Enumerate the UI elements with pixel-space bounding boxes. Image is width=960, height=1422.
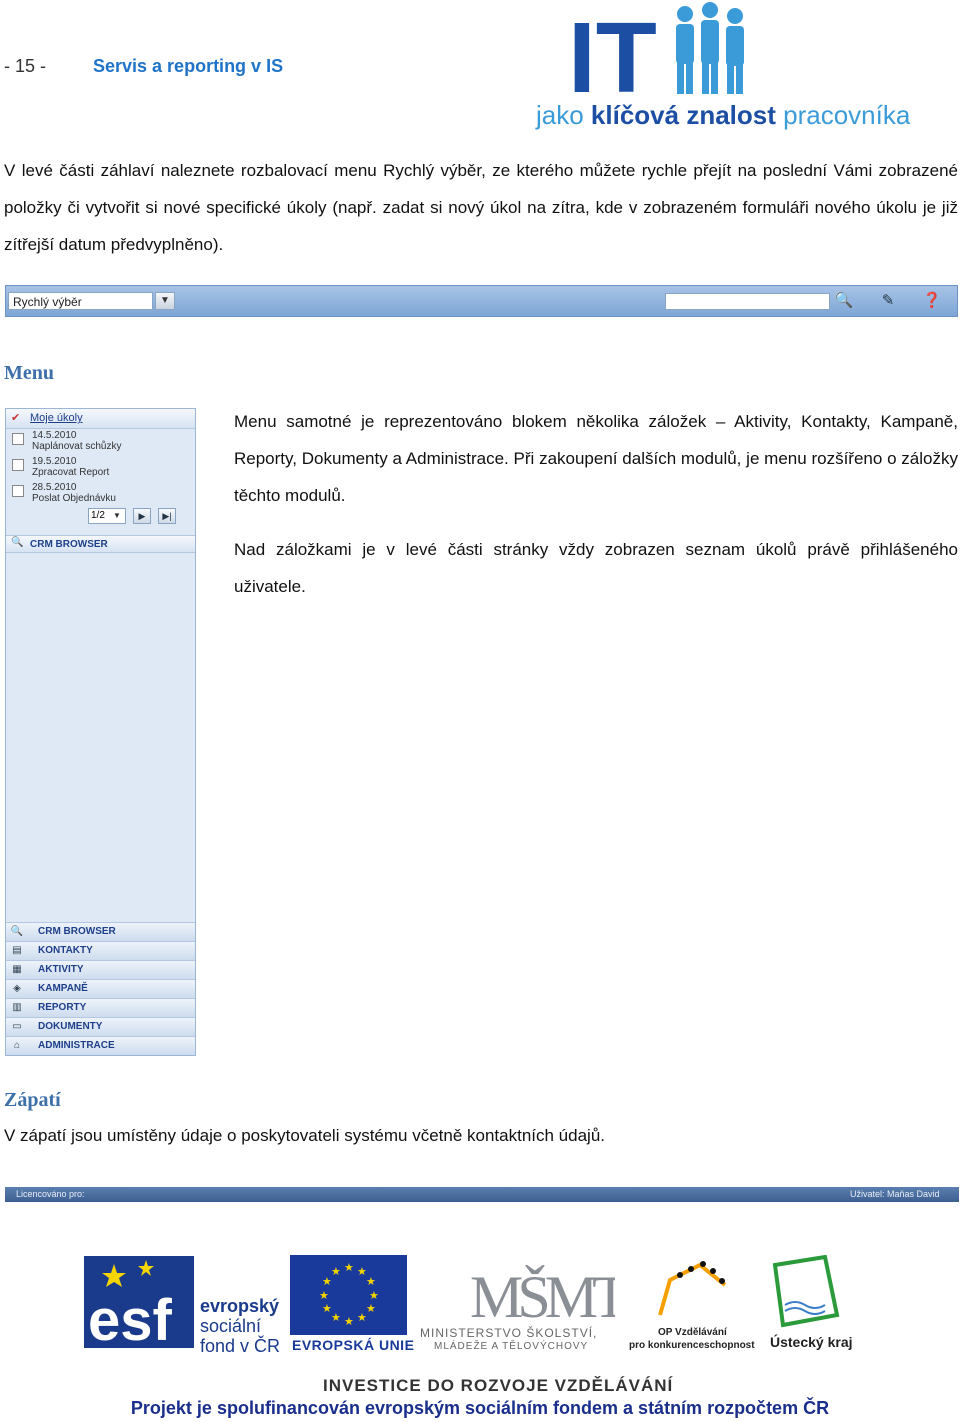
chevron-down-icon[interactable]: ▼ xyxy=(113,511,121,520)
svg-text:★: ★ xyxy=(319,1289,329,1302)
task-name[interactable]: Naplánovat schůzky xyxy=(32,441,122,452)
nav-item-administrace[interactable]: ⌂ ADMINISTRACE xyxy=(6,1036,195,1055)
project-funding-label: Projekt je spolufinancován evropským soc… xyxy=(130,1398,830,1418)
eu-flag: ★ ★ ★ ★ ★ ★ ★ ★ ★ ★ ★ ★ xyxy=(290,1255,407,1335)
contacts-icon: ▤ xyxy=(12,945,22,956)
esf-label: evropský sociální fond v ČR xyxy=(200,1296,280,1356)
next-page-button[interactable]: ▶ xyxy=(133,508,151,524)
reports-icon: ▥ xyxy=(12,1002,22,1013)
tasks-icon: ✔ xyxy=(11,412,21,424)
search-input[interactable] xyxy=(665,293,830,310)
task-date: 28.5.2010 xyxy=(32,482,77,493)
svg-text:★: ★ xyxy=(331,1265,341,1278)
license-label: Licencováno pro: xyxy=(16,1189,85,1199)
task-name[interactable]: Poslat Objednávku xyxy=(32,493,116,504)
svg-text:★: ★ xyxy=(369,1289,379,1302)
footer-bar xyxy=(5,1187,959,1202)
nav-label: AKTIVITY xyxy=(38,964,84,975)
user-label: Uživatel: Maňas David xyxy=(850,1189,940,1199)
svg-text:esf: esf xyxy=(88,1288,173,1348)
svg-text:★: ★ xyxy=(344,1315,354,1328)
section-title: Servis a reporting v IS xyxy=(93,56,284,76)
nav-label: ADMINISTRACE xyxy=(38,1040,115,1051)
intro-paragraph: V levé části záhlaví naleznete rozbalova… xyxy=(4,161,958,254)
logo-line-plain: jako xyxy=(535,100,591,130)
svg-text:★: ★ xyxy=(322,1302,332,1315)
op-line-1: OP Vzdělávání xyxy=(658,1327,727,1338)
nav-label: DOKUMENTY xyxy=(38,1021,103,1032)
crm-browser-label[interactable]: CRM BROWSER xyxy=(30,539,108,550)
campaigns-icon: ◈ xyxy=(13,983,21,994)
last-page-button[interactable]: ▶| xyxy=(158,508,176,524)
task-checkbox[interactable] xyxy=(12,459,24,471)
nav-item-kampane[interactable]: ◈ KAMPANĚ xyxy=(6,979,195,998)
it-logo: IT jako klíčová znalost pracovníka xyxy=(530,2,911,130)
nav-label: REPORTY xyxy=(38,1002,87,1013)
tasks-title[interactable]: Moje úkoly xyxy=(30,412,83,424)
msmt-line-1: MINISTERSTVO ŠKOLSTVÍ, xyxy=(420,1326,598,1340)
esf-logo: esf xyxy=(84,1256,194,1353)
task-checkbox[interactable] xyxy=(12,485,24,497)
nav-item-reporty[interactable]: ▥ REPORTY xyxy=(6,998,195,1017)
nav-item-dokumenty[interactable]: ▭ DOKUMENTY xyxy=(6,1017,195,1036)
op-line-2: pro konkurenceschopnost xyxy=(629,1340,755,1351)
menu-paragraph-2: Nad záložkami je v levé části stránky vž… xyxy=(234,540,958,596)
nav-label: KAMPANĚ xyxy=(38,983,88,994)
esf-line-1: evropský xyxy=(200,1296,280,1316)
edit-icon[interactable]: ✎ xyxy=(877,290,899,312)
chevron-down-icon[interactable]: ▼ xyxy=(155,292,175,310)
search-icon[interactable]: 🔍 xyxy=(833,290,855,312)
svg-text:MŠMT: MŠMT xyxy=(470,1264,615,1325)
nav-label: CRM BROWSER xyxy=(38,926,116,937)
task-date: 14.5.2010 xyxy=(32,430,77,441)
page-number: - 15 - xyxy=(4,56,47,76)
svg-text:★: ★ xyxy=(331,1311,341,1324)
search-icon: 🔍 xyxy=(10,926,24,937)
task-item[interactable]: 28.5.2010 Poslat Objednávku xyxy=(12,482,192,508)
help-icon[interactable]: ❓ xyxy=(921,290,943,312)
nav-item-crm-browser[interactable]: 🔍 CRM BROWSER xyxy=(6,922,195,941)
task-name[interactable]: Zpracovat Report xyxy=(32,467,109,478)
menu-paragraph-1: Menu samotné je reprezentováno blokem ně… xyxy=(234,412,958,505)
logo-line-tail: pracovníka xyxy=(776,100,910,130)
invest-label: INVESTICE DO ROZVOJE VZDĚLÁVÁNÍ xyxy=(323,1376,674,1395)
documents-icon: ▭ xyxy=(12,1021,22,1032)
nav-label: KONTAKTY xyxy=(38,945,93,956)
task-item[interactable]: 14.5.2010 Naplánovat schůzky xyxy=(12,430,192,456)
svg-text:★: ★ xyxy=(344,1261,354,1274)
admin-icon: ⌂ xyxy=(13,1040,21,1051)
task-item[interactable]: 19.5.2010 Zpracovat Report xyxy=(12,456,192,482)
nav-item-aktivity[interactable]: ▦ AKTIVITY xyxy=(6,960,195,979)
task-date: 19.5.2010 xyxy=(32,456,77,467)
svg-text:★: ★ xyxy=(366,1302,376,1315)
msmt-logo: MŠMT xyxy=(420,1255,634,1355)
quick-select[interactable]: Rychlý výběr xyxy=(8,292,153,310)
svg-text:jako klíčová znalost pracovník: jako klíčová znalost pracovníka xyxy=(535,100,910,130)
esf-line-2: sociální xyxy=(200,1316,262,1336)
svg-text:★: ★ xyxy=(366,1275,376,1288)
eu-label: EVROPSKÁ UNIE xyxy=(292,1337,415,1353)
menu-heading: Menu xyxy=(4,362,54,384)
activities-icon: ▦ xyxy=(12,964,22,975)
footer-heading: Zápatí xyxy=(4,1089,61,1111)
ustecky-kraj-label: Ústecký kraj xyxy=(770,1334,853,1350)
msmt-line-2: MLÁDEŽE A TĚLOVÝCHOVY xyxy=(434,1341,589,1352)
task-checkbox[interactable] xyxy=(12,433,24,445)
logo-line-bold: klíčová znalost xyxy=(591,100,776,130)
logo-it-text: IT xyxy=(568,2,657,114)
svg-text:★: ★ xyxy=(357,1311,367,1324)
search-icon: 🔍 xyxy=(11,537,24,548)
footer-paragraph: V zápatí jsou umístěny údaje o poskytova… xyxy=(4,1126,606,1145)
esf-line-3: fond v ČR xyxy=(200,1336,281,1356)
nav-item-kontakty[interactable]: ▤ KONTAKTY xyxy=(6,941,195,960)
